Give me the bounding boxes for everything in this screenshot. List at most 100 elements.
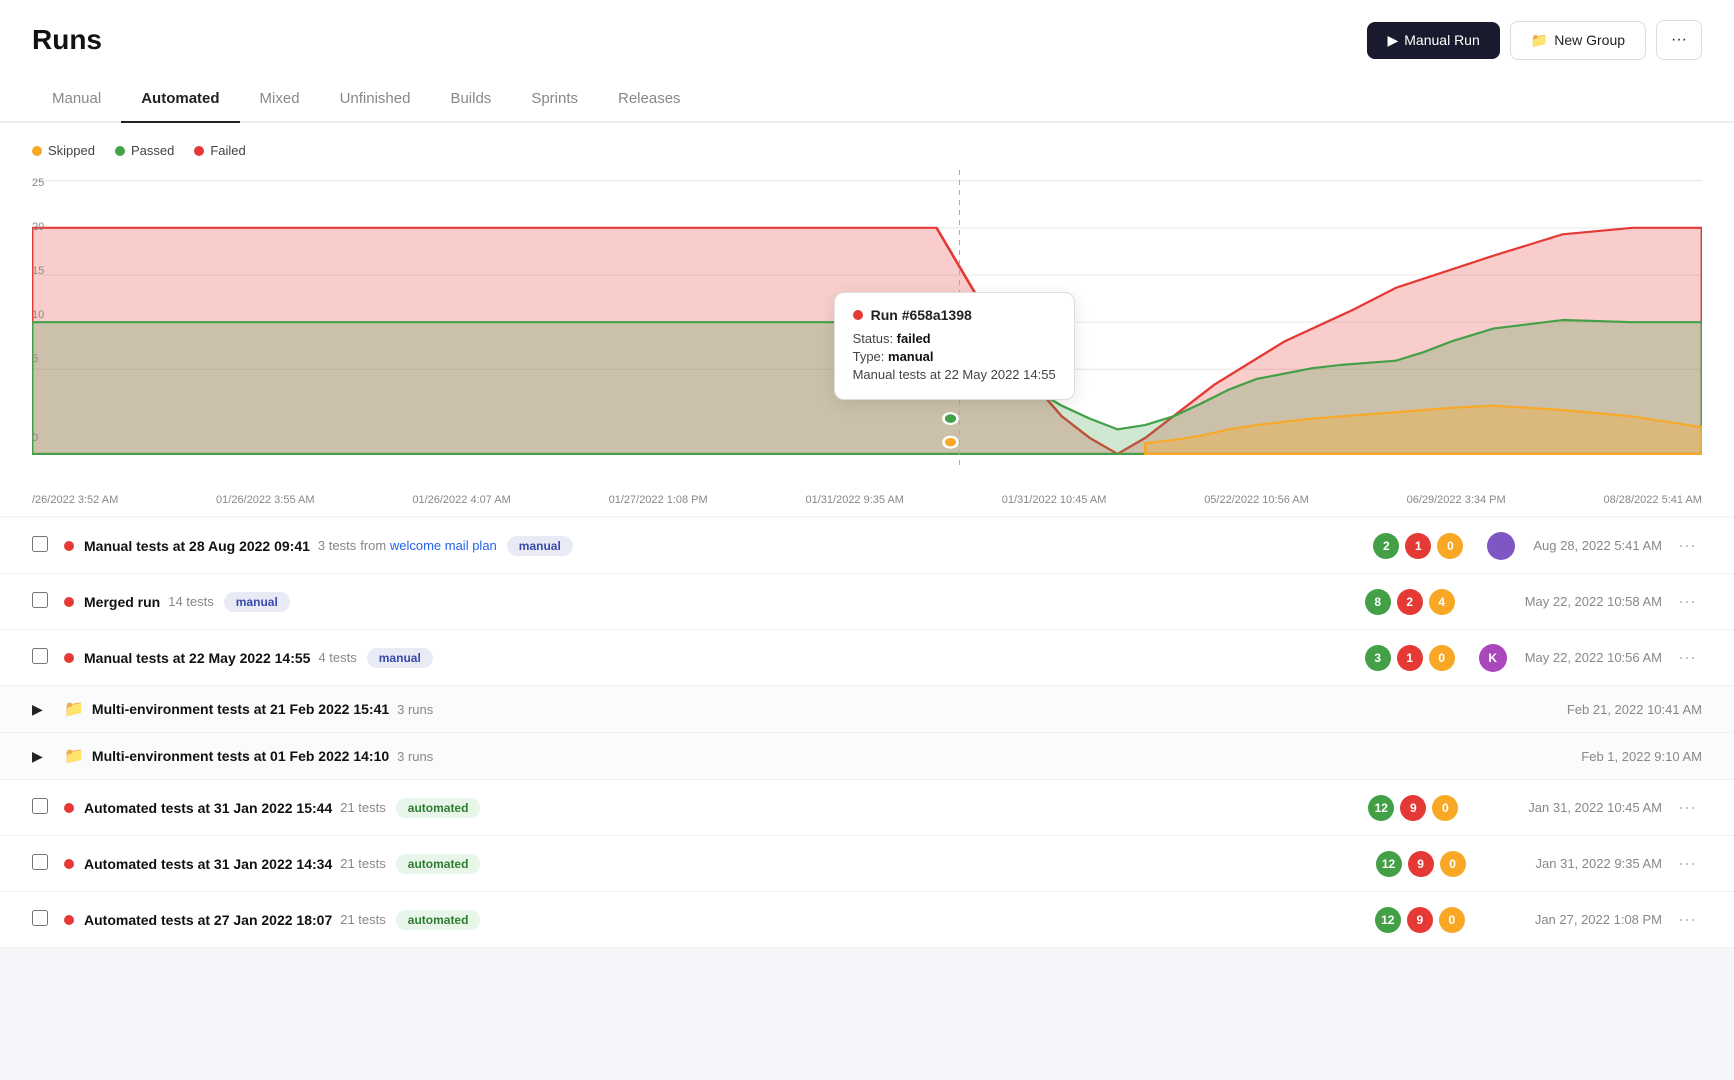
run-date-1: Aug 28, 2022 5:41 AM bbox=[1533, 538, 1662, 553]
legend-passed-label: Passed bbox=[131, 143, 174, 158]
group-date-2: Feb 1, 2022 9:10 AM bbox=[1581, 749, 1702, 764]
run-row: Manual tests at 28 Aug 2022 09:41 3 test… bbox=[0, 518, 1734, 574]
skipped-color bbox=[32, 146, 42, 156]
tabs-bar: Manual Automated Mixed Unfinished Builds… bbox=[0, 76, 1734, 123]
more-options-button[interactable]: ··· bbox=[1656, 20, 1702, 60]
manual-run-button[interactable]: ▶ Manual Run bbox=[1367, 22, 1499, 59]
run-more-1[interactable]: ··· bbox=[1672, 531, 1702, 560]
run-checkbox-2[interactable] bbox=[32, 592, 54, 611]
run-status-dot-2 bbox=[64, 597, 74, 607]
run-counts-1: 2 1 0 bbox=[1373, 533, 1463, 559]
run-name-7: Automated tests at 31 Jan 2022 14:34 bbox=[84, 856, 332, 872]
tab-builds[interactable]: Builds bbox=[430, 76, 511, 123]
x-label-9: 08/28/2022 5:41 AM bbox=[1603, 494, 1701, 506]
run-name-8: Automated tests at 27 Jan 2022 18:07 bbox=[84, 912, 332, 928]
chevron-right-icon[interactable]: ▶ bbox=[32, 748, 43, 764]
run-counts-6: 12 9 0 bbox=[1368, 795, 1458, 821]
run-row: Merged run 14 tests manual 8 2 4 May 22,… bbox=[0, 574, 1734, 630]
run-date-6: Jan 31, 2022 10:45 AM bbox=[1528, 800, 1662, 815]
run-status-dot-7 bbox=[64, 859, 74, 869]
legend-failed: Failed bbox=[194, 143, 245, 158]
run-checkbox-6[interactable] bbox=[32, 798, 54, 817]
tab-releases[interactable]: Releases bbox=[598, 76, 701, 123]
ellipsis-icon: ··· bbox=[1671, 31, 1687, 48]
x-label-4: 01/27/2022 1:08 PM bbox=[609, 494, 708, 506]
run-row: Automated tests at 31 Jan 2022 15:44 21 … bbox=[0, 780, 1734, 836]
run-avatar-3: K bbox=[1479, 644, 1507, 672]
chart-x-labels: /26/2022 3:52 AM 01/26/2022 3:55 AM 01/2… bbox=[32, 490, 1702, 506]
play-icon: ▶ bbox=[1387, 32, 1398, 49]
run-counts-3: 3 1 0 bbox=[1365, 645, 1455, 671]
run-status-dot-1 bbox=[64, 541, 74, 551]
run-name-3: Manual tests at 22 May 2022 14:55 bbox=[84, 650, 310, 666]
passed-color bbox=[115, 146, 125, 156]
x-label-3: 01/26/2022 4:07 AM bbox=[412, 494, 510, 506]
x-label-6: 01/31/2022 10:45 AM bbox=[1002, 494, 1107, 506]
group-name-2: Multi-environment tests at 01 Feb 2022 1… bbox=[92, 748, 389, 764]
tab-automated[interactable]: Automated bbox=[121, 76, 239, 123]
tab-sprints[interactable]: Sprints bbox=[511, 76, 598, 123]
group-expand-1[interactable]: ▶ bbox=[32, 701, 54, 718]
group-runs-count-2: 3 runs bbox=[397, 749, 433, 764]
count-failed-1: 1 bbox=[1405, 533, 1431, 559]
count-failed-6: 9 bbox=[1400, 795, 1426, 821]
count-failed-3: 1 bbox=[1397, 645, 1423, 671]
count-skipped-2: 4 bbox=[1429, 589, 1455, 615]
count-skipped-6: 0 bbox=[1432, 795, 1458, 821]
x-label-2: 01/26/2022 3:55 AM bbox=[216, 494, 314, 506]
run-more-3[interactable]: ··· bbox=[1672, 643, 1702, 672]
run-badge-3: manual bbox=[367, 648, 433, 668]
new-group-button[interactable]: 📁 New Group bbox=[1510, 21, 1646, 60]
tab-manual[interactable]: Manual bbox=[32, 76, 121, 123]
legend-passed: Passed bbox=[115, 143, 174, 158]
chevron-right-icon[interactable]: ▶ bbox=[32, 701, 43, 717]
run-from-link-1[interactable]: welcome mail plan bbox=[390, 538, 497, 553]
legend-skipped-label: Skipped bbox=[48, 143, 95, 158]
run-status-dot-3 bbox=[64, 653, 74, 663]
run-date-2: May 22, 2022 10:58 AM bbox=[1525, 594, 1662, 609]
x-label-8: 06/29/2022 3:34 PM bbox=[1407, 494, 1506, 506]
run-counts-7: 12 9 0 bbox=[1376, 851, 1466, 877]
chart-dashed-line bbox=[959, 170, 961, 470]
run-checkbox-1[interactable] bbox=[32, 536, 54, 555]
run-counts-2: 8 2 4 bbox=[1365, 589, 1455, 615]
group-date-1: Feb 21, 2022 10:41 AM bbox=[1567, 702, 1702, 717]
tab-unfinished[interactable]: Unfinished bbox=[320, 76, 431, 123]
run-more-2[interactable]: ··· bbox=[1672, 587, 1702, 616]
folder-icon-1: 📁 bbox=[64, 699, 84, 719]
run-date-8: Jan 27, 2022 1:08 PM bbox=[1535, 912, 1662, 927]
run-badge-2: manual bbox=[224, 592, 290, 612]
count-passed-2: 8 bbox=[1365, 589, 1391, 615]
run-checkbox-7[interactable] bbox=[32, 854, 54, 873]
run-checkbox-3[interactable] bbox=[32, 648, 54, 667]
run-more-6[interactable]: ··· bbox=[1672, 793, 1702, 822]
run-row: Automated tests at 31 Jan 2022 14:34 21 … bbox=[0, 836, 1734, 892]
run-more-7[interactable]: ··· bbox=[1672, 849, 1702, 878]
run-date-3: May 22, 2022 10:56 AM bbox=[1525, 650, 1662, 665]
group-name-1: Multi-environment tests at 21 Feb 2022 1… bbox=[92, 701, 389, 717]
count-failed-8: 9 bbox=[1407, 907, 1433, 933]
run-badge-1: manual bbox=[507, 536, 573, 556]
x-label-1: /26/2022 3:52 AM bbox=[32, 494, 118, 506]
runs-list: Manual tests at 28 Aug 2022 09:41 3 test… bbox=[0, 518, 1734, 948]
folder-icon-2: 📁 bbox=[64, 746, 84, 766]
run-badge-6: automated bbox=[396, 798, 481, 818]
run-badge-8: automated bbox=[396, 910, 481, 930]
run-test-count-1: 3 tests bbox=[318, 538, 356, 553]
run-checkbox-8[interactable] bbox=[32, 910, 54, 929]
legend-skipped: Skipped bbox=[32, 143, 95, 158]
run-test-count-6: 21 tests bbox=[340, 800, 386, 815]
run-name-2: Merged run bbox=[84, 594, 160, 610]
count-skipped-7: 0 bbox=[1440, 851, 1466, 877]
group-expand-2[interactable]: ▶ bbox=[32, 748, 54, 765]
folder-plus-icon: 📁 bbox=[1531, 32, 1548, 49]
run-status-dot-6 bbox=[64, 803, 74, 813]
run-test-count-8: 21 tests bbox=[340, 912, 386, 927]
legend-failed-label: Failed bbox=[210, 143, 245, 158]
run-more-8[interactable]: ··· bbox=[1672, 905, 1702, 934]
group-row: ▶ 📁 Multi-environment tests at 01 Feb 20… bbox=[0, 733, 1734, 780]
group-row: ▶ 📁 Multi-environment tests at 21 Feb 20… bbox=[0, 686, 1734, 733]
count-failed-2: 2 bbox=[1397, 589, 1423, 615]
tab-mixed[interactable]: Mixed bbox=[240, 76, 320, 123]
count-passed-7: 12 bbox=[1376, 851, 1402, 877]
